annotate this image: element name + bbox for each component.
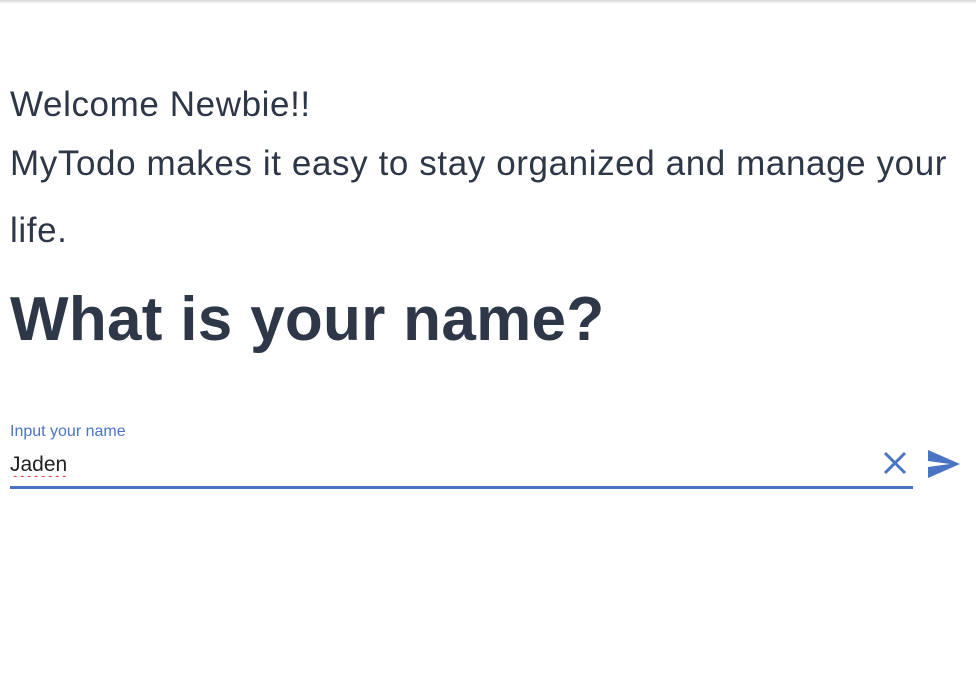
name-field: Input your name — [10, 422, 913, 490]
top-shadow — [0, 0, 976, 4]
welcome-tagline: MyTodo makes it easy to stay organized a… — [10, 144, 948, 250]
name-input[interactable] — [10, 450, 870, 480]
welcome-greeting: Welcome Newbie!! — [10, 85, 311, 124]
name-question: What is your name? — [10, 285, 605, 354]
submit-name-button[interactable] — [926, 448, 962, 480]
welcome-section: Welcome Newbie!! MyTodo makes it easy to… — [10, 80, 966, 360]
send-icon — [928, 450, 960, 478]
name-field-label: Input your name — [10, 423, 126, 440]
clear-button[interactable] — [880, 448, 910, 478]
name-field-underline — [10, 486, 913, 489]
close-icon — [883, 451, 907, 475]
